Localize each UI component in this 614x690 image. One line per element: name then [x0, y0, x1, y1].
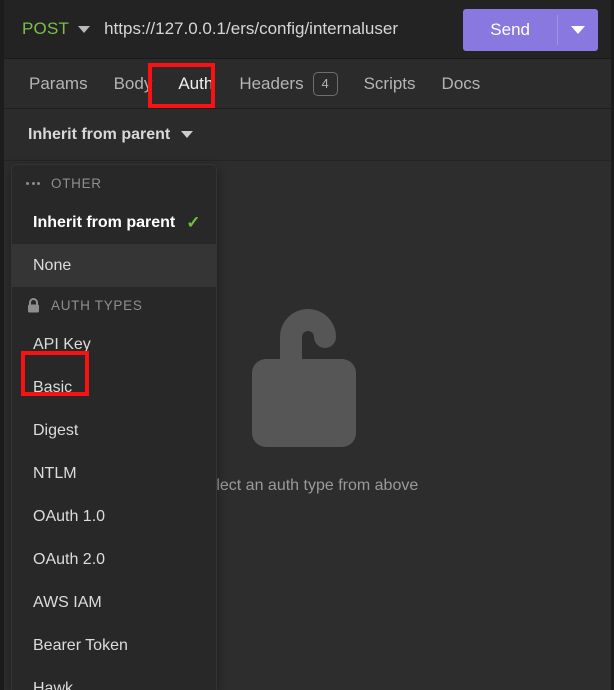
- tab-scripts[interactable]: Scripts: [351, 68, 429, 100]
- tab-auth[interactable]: Auth: [165, 68, 226, 100]
- chevron-down-icon: [181, 131, 194, 138]
- menu-item-label: Hawk: [33, 679, 74, 690]
- tab-params[interactable]: Params: [16, 68, 101, 100]
- menu-item-label: NTLM: [33, 464, 77, 482]
- menu-item-aws-iam[interactable]: AWS IAM: [12, 581, 216, 624]
- menu-section-auth-types: AUTH TYPES: [12, 287, 216, 323]
- menu-item-label: Bearer Token: [33, 636, 128, 654]
- auth-type-dropdown-menu: OTHER Inherit from parent ✓ None AUTH TYPES A…: [11, 164, 217, 690]
- request-tabs: Params Body Auth Headers 4 Scripts Docs: [4, 59, 611, 109]
- tab-label: Headers: [239, 73, 304, 93]
- auth-type-selected-label: Inherit from parent: [28, 125, 171, 143]
- tab-body[interactable]: Body: [101, 68, 166, 100]
- menu-item-none[interactable]: None: [12, 244, 216, 287]
- tab-label: Auth: [178, 73, 214, 93]
- menu-item-basic[interactable]: Basic: [12, 366, 216, 409]
- menu-item-ntlm[interactable]: NTLM: [12, 452, 216, 495]
- tab-badge-count: 4: [312, 71, 338, 96]
- tab-docs[interactable]: Docs: [429, 68, 494, 100]
- send-options-button[interactable]: [558, 9, 598, 51]
- menu-item-label: None: [33, 256, 72, 274]
- menu-section-title: OTHER: [51, 175, 102, 191]
- menu-item-bearer-token[interactable]: Bearer Token: [12, 624, 216, 667]
- unlocked-padlock-icon: [251, 309, 356, 447]
- menu-item-oauth-1-0[interactable]: OAuth 1.0: [12, 495, 216, 538]
- chevron-down-icon: [571, 26, 585, 34]
- api-client-window: POST https://127.0.0.1/ers/config/intern…: [0, 0, 614, 690]
- menu-item-label: Inherit from parent: [33, 213, 176, 231]
- menu-section-title: AUTH TYPES: [51, 297, 143, 313]
- menu-item-oauth-2-0[interactable]: OAuth 2.0: [12, 538, 216, 581]
- tab-label: Docs: [441, 73, 481, 93]
- menu-item-digest[interactable]: Digest: [12, 409, 216, 452]
- menu-item-label: OAuth 1.0: [33, 507, 106, 525]
- tab-label: Params: [29, 73, 88, 93]
- auth-type-selector[interactable]: Inherit from parent: [4, 109, 611, 161]
- chevron-down-icon[interactable]: [78, 25, 91, 33]
- menu-item-label: OAuth 2.0: [33, 550, 106, 568]
- menu-item-api-key[interactable]: API Key: [12, 323, 216, 366]
- url-input[interactable]: https://127.0.0.1/ers/config/internaluse…: [104, 19, 398, 39]
- menu-item-label: AWS IAM: [33, 593, 102, 611]
- check-icon: ✓: [186, 213, 201, 232]
- lock-icon: [24, 297, 42, 313]
- menu-item-hawk[interactable]: Hawk: [12, 667, 216, 690]
- auth-empty-state-text: Select an auth type from above: [196, 477, 419, 494]
- menu-item-label: Basic: [33, 378, 73, 396]
- tab-label: Scripts: [363, 73, 416, 93]
- http-method-label[interactable]: POST: [22, 19, 69, 39]
- menu-item-label: Digest: [33, 421, 79, 439]
- menu-section-other: OTHER: [12, 165, 216, 201]
- menu-item-label: API Key: [33, 335, 91, 353]
- menu-item-inherit-from-parent[interactable]: Inherit from parent ✓: [12, 201, 216, 244]
- tab-headers[interactable]: Headers 4: [226, 66, 350, 102]
- ellipsis-icon: [24, 181, 42, 185]
- request-bar: POST https://127.0.0.1/ers/config/intern…: [4, 0, 611, 59]
- send-button-group: Send: [463, 9, 598, 51]
- auth-content-panel: Select an auth type from above OTHER Inhe…: [4, 161, 611, 690]
- tab-label: Body: [113, 73, 153, 93]
- send-button[interactable]: Send: [463, 9, 557, 51]
